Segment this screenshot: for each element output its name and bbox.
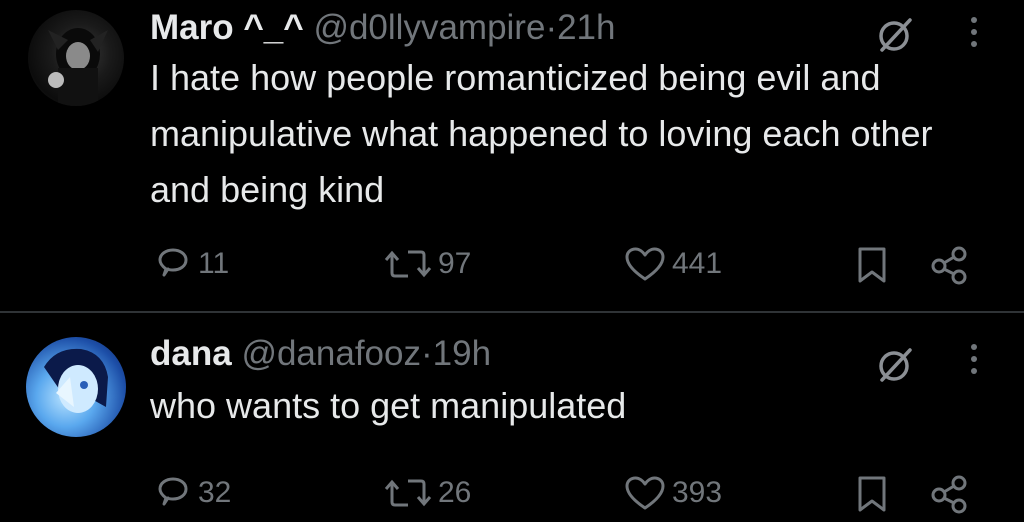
reply-button[interactable]: 32 bbox=[154, 474, 231, 512]
tweet-text: I hate how people romanticized being evi… bbox=[150, 57, 933, 210]
tweet-text: who wants to get manipulated bbox=[150, 385, 627, 426]
reply-icon bbox=[158, 477, 188, 506]
reply-count: 11 bbox=[198, 247, 230, 280]
share-icon bbox=[931, 475, 967, 514]
tweet-divider bbox=[0, 311, 1024, 313]
heart-icon bbox=[625, 247, 665, 281]
tweet-header: dana @danafooz·19h bbox=[150, 334, 491, 374]
display-name[interactable]: Maro ^_^ bbox=[150, 8, 304, 47]
separator-dot: · bbox=[545, 8, 558, 47]
retweet-button[interactable]: 97 bbox=[384, 245, 471, 283]
retweet-button[interactable]: 26 bbox=[384, 474, 471, 512]
like-count: 441 bbox=[672, 247, 723, 280]
bookmark-button[interactable] bbox=[856, 474, 888, 514]
more-icon[interactable] bbox=[962, 341, 986, 377]
reply-icon bbox=[158, 248, 188, 277]
like-count: 393 bbox=[672, 476, 723, 509]
bookmark-icon bbox=[858, 247, 886, 283]
more-icon[interactable] bbox=[962, 14, 986, 50]
share-button[interactable] bbox=[928, 245, 970, 285]
share-icon bbox=[931, 246, 967, 285]
retweet-icon bbox=[384, 479, 432, 507]
separator-dot: · bbox=[420, 334, 433, 373]
tweet-header: Maro ^_^ @d0llyvampire·21h bbox=[150, 8, 616, 48]
bookmark-button[interactable] bbox=[856, 245, 888, 285]
display-name[interactable]: dana bbox=[150, 334, 232, 373]
retweet-icon bbox=[384, 250, 432, 278]
user-handle[interactable]: @d0llyvampire bbox=[313, 8, 545, 47]
avatar[interactable] bbox=[26, 337, 126, 437]
tweet[interactable]: dana @danafooz·19h who wants to get mani… bbox=[0, 314, 1024, 522]
like-button[interactable]: 441 bbox=[624, 245, 722, 283]
user-handle[interactable]: @danafooz bbox=[241, 334, 421, 373]
heart-icon bbox=[625, 476, 665, 510]
bookmark-icon bbox=[858, 476, 886, 512]
timestamp[interactable]: 21h bbox=[557, 8, 615, 47]
avatar[interactable] bbox=[28, 10, 124, 106]
retweet-count: 97 bbox=[438, 247, 472, 280]
like-button[interactable]: 393 bbox=[624, 474, 722, 512]
tweet[interactable]: Maro ^_^ @d0llyvampire·21h I hate how pe… bbox=[0, 0, 1024, 312]
reply-button[interactable]: 11 bbox=[154, 245, 229, 283]
share-button[interactable] bbox=[928, 474, 970, 514]
retweet-count: 26 bbox=[438, 476, 472, 509]
reply-count: 32 bbox=[198, 476, 232, 509]
timestamp[interactable]: 19h bbox=[433, 334, 491, 373]
